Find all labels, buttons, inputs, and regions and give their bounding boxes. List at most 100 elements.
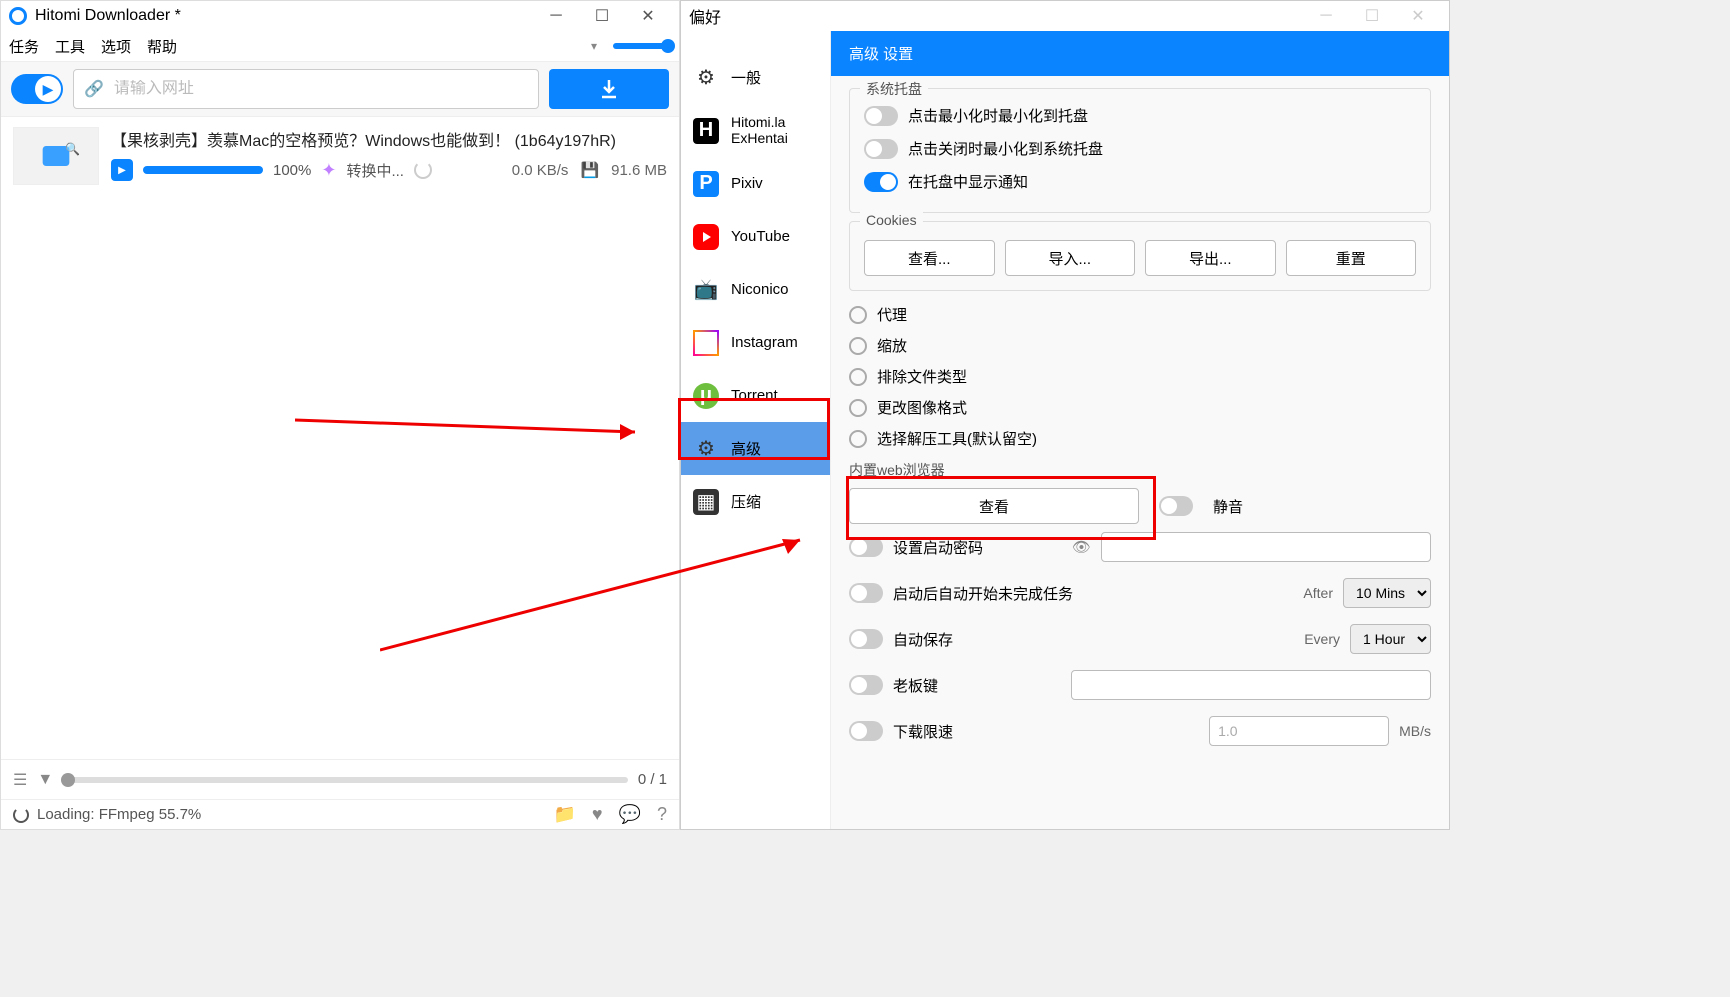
- toggle-label: 点击关闭时最小化到系统托盘: [908, 138, 1103, 159]
- radio-format[interactable]: [849, 399, 867, 417]
- pref-titlebar: 偏好 ─ ☐ ✕: [681, 1, 1449, 31]
- toggle-mute[interactable]: [1159, 496, 1193, 516]
- preferences-window: 偏好 ─ ☐ ✕ ⚙ 一般 H Hitomi.la ExHentai P Pix…: [680, 0, 1450, 830]
- menu-tasks[interactable]: 任务: [9, 36, 39, 57]
- sidebar-item-instagram[interactable]: Instagram: [681, 316, 830, 369]
- radio-label: 选择解压工具(默认留空): [877, 428, 1037, 449]
- toggle-label: 在托盘中显示通知: [908, 171, 1028, 192]
- spinner-icon: [414, 161, 432, 179]
- niconico-icon: 📺: [693, 277, 719, 303]
- pref-close-button[interactable]: ✕: [1395, 1, 1441, 31]
- task-size: 91.6 MB: [611, 162, 667, 179]
- cookies-fieldset: Cookies 查看... 导入... 导出... 重置: [849, 221, 1431, 291]
- opt-label: 老板键: [893, 675, 1061, 696]
- sidebar-item-advanced[interactable]: ⚙ 高级: [681, 422, 830, 475]
- sidebar-item-general[interactable]: ⚙ 一般: [681, 51, 830, 104]
- pref-window-title: 偏好: [689, 4, 721, 28]
- radio-label: 排除文件类型: [877, 366, 967, 387]
- password-input[interactable]: [1101, 532, 1431, 562]
- app-logo-icon: [9, 7, 27, 25]
- toggle-close-tray[interactable]: [864, 139, 898, 159]
- sparkle-icon: ✦: [321, 160, 336, 181]
- loading-text: Loading: FFmpeg 55.7%: [37, 806, 201, 823]
- radio-label: 代理: [877, 304, 907, 325]
- toggle-password[interactable]: [849, 537, 883, 557]
- toggle-resume[interactable]: [849, 583, 883, 603]
- help-icon[interactable]: ?: [657, 804, 667, 825]
- task-item[interactable]: 🔍 【果核剥壳】羡慕Mac的空格预览？Windows也能做到！ (1b64y19…: [1, 117, 679, 195]
- sidebar-item-niconico[interactable]: 📺 Niconico: [681, 263, 830, 316]
- task-status: 转换中...: [346, 160, 404, 181]
- after-select[interactable]: 10 Mins: [1343, 578, 1431, 608]
- volume-slider[interactable]: [613, 43, 671, 49]
- sidebar-item-torrent[interactable]: μ Torrent: [681, 369, 830, 422]
- sidebar-label: Instagram: [731, 334, 798, 351]
- url-input-wrap: 🔗: [73, 69, 539, 109]
- disk-icon: 💾: [580, 161, 599, 179]
- radio-label: 缩放: [877, 335, 907, 356]
- menu-help[interactable]: 帮助: [147, 36, 177, 57]
- sidebar-label: YouTube: [731, 228, 790, 245]
- radio-exclude[interactable]: [849, 368, 867, 386]
- close-button[interactable]: ✕: [625, 1, 671, 31]
- every-label: Every: [1304, 631, 1340, 647]
- list-icon[interactable]: ☰: [13, 770, 27, 790]
- maximize-button[interactable]: ☐: [579, 1, 625, 31]
- dropdown-icon[interactable]: ▾: [591, 39, 597, 53]
- pref-minimize-button[interactable]: ─: [1303, 1, 1349, 31]
- radio-label: 更改图像格式: [877, 397, 967, 418]
- folder-icon[interactable]: 📁: [553, 804, 575, 825]
- minimize-button[interactable]: ─: [533, 1, 579, 31]
- cookies-reset-button[interactable]: 重置: [1286, 240, 1417, 276]
- browser-view-button[interactable]: 查看: [849, 488, 1139, 524]
- toggle-limit[interactable]: [849, 721, 883, 741]
- opt-label: 设置启动密码: [893, 537, 1062, 558]
- every-select[interactable]: 1 Hour: [1350, 624, 1431, 654]
- task-thumbnail: 🔍: [13, 127, 99, 185]
- toggle-minimize-tray[interactable]: [864, 106, 898, 126]
- after-label: After: [1303, 585, 1333, 601]
- discord-icon[interactable]: 💬: [619, 804, 641, 825]
- status-bar: Loading: FFmpeg 55.7% 📁 ♥ 💬 ?: [1, 799, 679, 829]
- limit-input[interactable]: [1209, 716, 1389, 746]
- sidebar-item-pixiv[interactable]: P Pixiv: [681, 157, 830, 210]
- cookies-view-button[interactable]: 查看...: [864, 240, 995, 276]
- download-button[interactable]: [549, 69, 669, 109]
- gears-icon: ⚙: [693, 436, 719, 462]
- task-percent: 100%: [273, 162, 311, 179]
- boss-input[interactable]: [1071, 670, 1431, 700]
- toolbar: ▶ 🔗: [1, 61, 679, 117]
- sidebar-label: Hitomi.la ExHentai: [731, 115, 788, 146]
- cookies-import-button[interactable]: 导入...: [1005, 240, 1136, 276]
- eye-off-icon[interactable]: 👁: [1072, 538, 1091, 556]
- play-toggle[interactable]: ▶: [11, 74, 63, 104]
- bottom-bar: ☰ ▼ 0 / 1: [1, 759, 679, 799]
- toggle-autosave[interactable]: [849, 629, 883, 649]
- heart-icon[interactable]: ♥: [592, 804, 603, 825]
- sidebar-label: 压缩: [731, 491, 761, 512]
- sidebar-item-youtube[interactable]: YouTube: [681, 210, 830, 263]
- opt-label: 下载限速: [893, 721, 1199, 742]
- menu-tools[interactable]: 工具: [55, 36, 85, 57]
- pref-maximize-button[interactable]: ☐: [1349, 1, 1395, 31]
- zip-icon: ▦: [693, 489, 719, 515]
- cookies-export-button[interactable]: 导出...: [1145, 240, 1276, 276]
- sidebar-item-compress[interactable]: ▦ 压缩: [681, 475, 830, 528]
- pref-header: 高级 设置: [831, 31, 1449, 76]
- sidebar-item-hitomi[interactable]: H Hitomi.la ExHentai: [681, 104, 830, 157]
- link-icon: 🔗: [84, 79, 104, 99]
- youtube-icon: [693, 224, 719, 250]
- filter-icon[interactable]: ▼: [37, 771, 53, 789]
- url-input[interactable]: [114, 80, 528, 98]
- radio-proxy[interactable]: [849, 306, 867, 324]
- radio-zoom[interactable]: [849, 337, 867, 355]
- download-icon: [597, 77, 621, 101]
- radio-extract[interactable]: [849, 430, 867, 448]
- torrent-icon: μ: [693, 383, 719, 409]
- toggle-tray-notify[interactable]: [864, 172, 898, 192]
- main-window: Hitomi Downloader * ─ ☐ ✕ 任务 工具 选项 帮助 ▾ …: [0, 0, 680, 830]
- browser-legend: 内置web浏览器: [849, 460, 1431, 480]
- bottom-slider[interactable]: [63, 777, 628, 783]
- menu-options[interactable]: 选项: [101, 36, 131, 57]
- toggle-boss[interactable]: [849, 675, 883, 695]
